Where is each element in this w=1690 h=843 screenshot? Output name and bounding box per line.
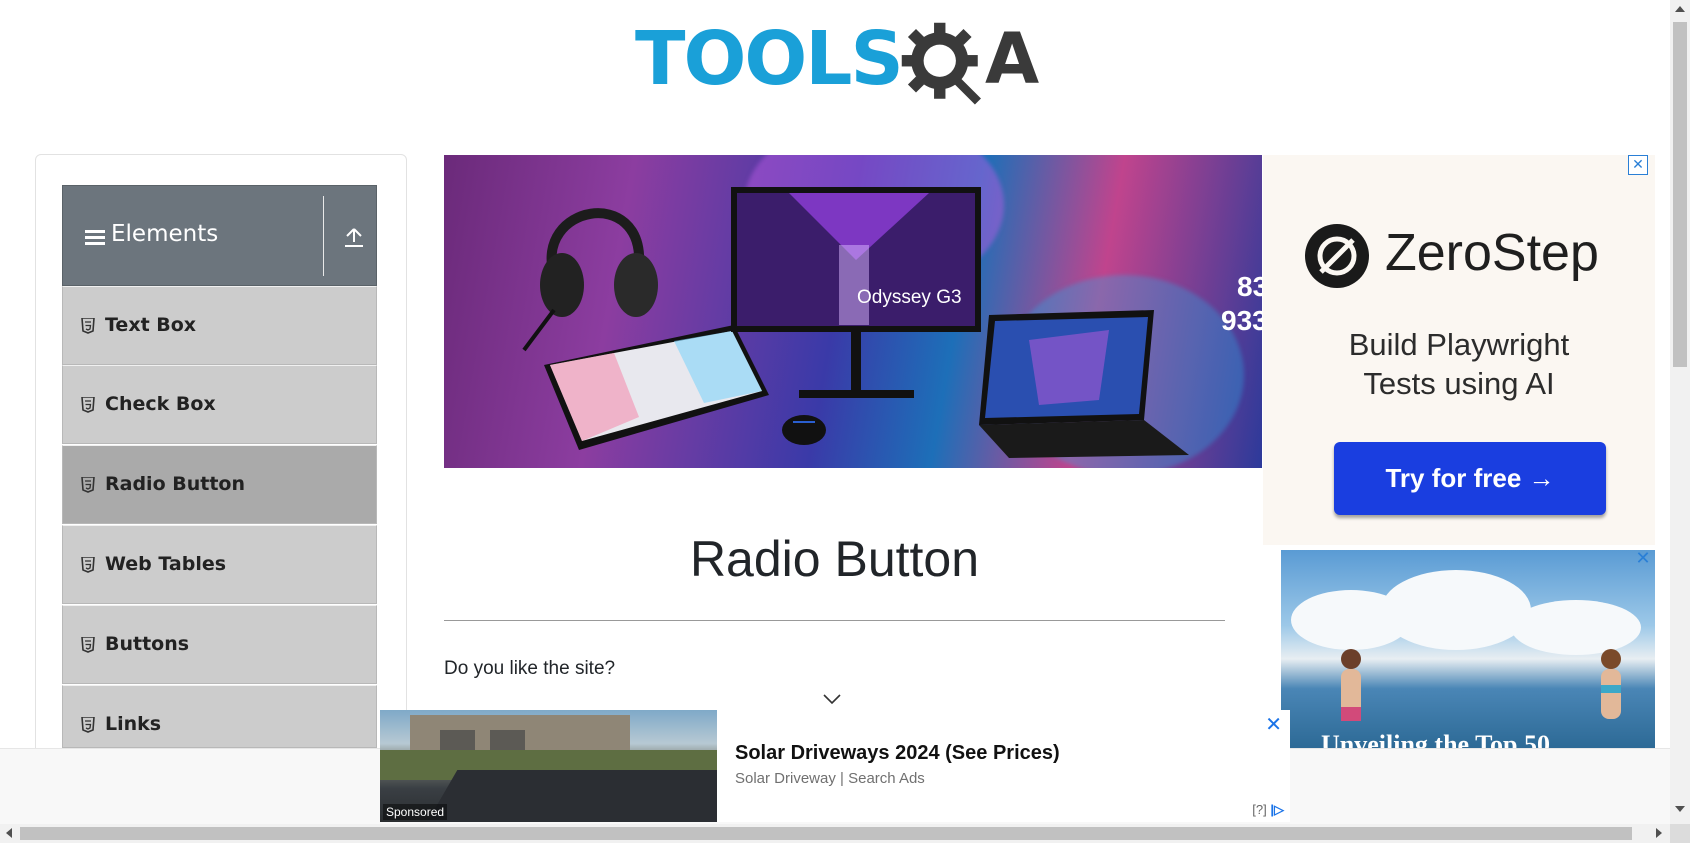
scroll-right-icon[interactable] <box>1656 828 1662 838</box>
banner-edge-text-2: 933 <box>1221 305 1262 336</box>
sidebar-item-radio-button[interactable]: Radio Button <box>62 445 377 524</box>
sidebar-item-label: Web Tables <box>105 553 227 575</box>
zerostep-tagline-line2: Tests using AI <box>1363 366 1555 401</box>
person-figure <box>1601 649 1621 719</box>
beach-ad[interactable]: Unveiling the Top 50 ✕ <box>1281 550 1655 748</box>
laptop-image <box>979 310 1189 458</box>
adchoices-triangle-icon: |▷ <box>1270 802 1284 817</box>
sidebar-item-text-box[interactable]: Text Box <box>62 286 377 365</box>
vertical-scrollbar[interactable] <box>1670 0 1690 824</box>
html5-icon <box>81 717 95 733</box>
horizontal-scrollbar[interactable] <box>0 824 1670 843</box>
scroll-down-icon[interactable] <box>1675 806 1685 812</box>
mouse-image <box>782 415 826 445</box>
banner-ad[interactable]: Odyssey G3 83 933 <box>444 155 1262 468</box>
sidebar-item-label: Buttons <box>105 633 190 655</box>
sidebar-group-title: Elements <box>111 221 219 247</box>
close-icon[interactable]: ✕ <box>1265 712 1282 737</box>
hamburger-icon <box>85 230 105 246</box>
sidebar-item-label: Radio Button <box>105 473 245 495</box>
zerostep-ad[interactable]: ✕ ZeroStep Build Playwright Tests using … <box>1263 155 1655 545</box>
gear-magnifier-icon <box>901 22 981 105</box>
upload-arrow-icon[interactable] <box>343 226 365 248</box>
beach-ad-headline: Unveiling the Top 50 <box>1321 730 1551 748</box>
logo-text-a: A <box>985 18 1040 100</box>
adchoices-icon[interactable]: [?] |▷ <box>1252 802 1284 818</box>
sidebar-item-links[interactable]: Links <box>62 685 377 748</box>
scroll-left-icon[interactable] <box>6 828 12 838</box>
html5-icon <box>81 557 95 573</box>
zerostep-brand: ZeroStep <box>1385 224 1599 282</box>
sidebar-item-label: Check Box <box>105 393 216 415</box>
sidebar-item-label: Text Box <box>105 314 197 336</box>
banner-edge-text: 83 933 <box>1221 270 1262 338</box>
title-divider <box>444 620 1225 621</box>
adchoices-label: [?] <box>1252 802 1267 817</box>
html5-icon <box>81 637 95 653</box>
cloud-shape <box>1381 570 1531 650</box>
html5-icon <box>81 318 95 334</box>
scrollbar-corner <box>1670 824 1690 843</box>
close-icon[interactable]: ✕ <box>1628 155 1648 175</box>
garage-door <box>440 730 475 752</box>
logo-text-tools: TOOLS <box>635 16 904 102</box>
html5-icon <box>81 397 95 413</box>
close-icon[interactable]: ✕ <box>1633 550 1653 570</box>
scroll-up-icon[interactable] <box>1675 6 1685 12</box>
sidebar-group-elements[interactable]: Elements <box>62 185 377 286</box>
zerostep-tagline: Build Playwright Tests using AI <box>1263 325 1655 403</box>
ad-headline[interactable]: Solar Driveways 2024 (See Prices) <box>735 742 1060 765</box>
html5-icon <box>81 477 95 493</box>
site-logo[interactable]: TOOLS A <box>635 18 1040 113</box>
driveway-surface <box>422 770 717 822</box>
try-for-free-button[interactable]: Try for free → <box>1334 442 1606 515</box>
chevron-down-icon[interactable] <box>822 692 842 706</box>
driveway-photo: Sponsored <box>380 710 717 822</box>
sidebar-item-buttons[interactable]: Buttons <box>62 605 377 684</box>
solar-driveway-ad[interactable]: Sponsored Solar Driveways 2024 (See Pric… <box>380 710 1290 822</box>
sidebar-item-check-box[interactable]: Check Box <box>62 365 377 444</box>
sidebar-item-web-tables[interactable]: Web Tables <box>62 525 377 604</box>
sponsored-label: Sponsored <box>383 804 448 820</box>
question-text: Do you like the site? <box>444 658 616 679</box>
ad-source: Solar Driveway | Search Ads <box>735 770 925 787</box>
zerostep-logo-icon <box>1305 224 1369 288</box>
banner-edge-text-1: 83 <box>1237 271 1262 302</box>
garage-door <box>490 730 525 752</box>
monitor-product-label: Odyssey G3 <box>857 287 962 308</box>
scrollbar-thumb[interactable] <box>20 827 1632 840</box>
zerostep-tagline-line1: Build Playwright <box>1348 327 1570 362</box>
scrollbar-thumb[interactable] <box>1673 22 1687 367</box>
page-title: Radio Button <box>689 531 980 587</box>
header-divider <box>323 196 324 276</box>
sidebar-item-label: Links <box>105 713 162 735</box>
